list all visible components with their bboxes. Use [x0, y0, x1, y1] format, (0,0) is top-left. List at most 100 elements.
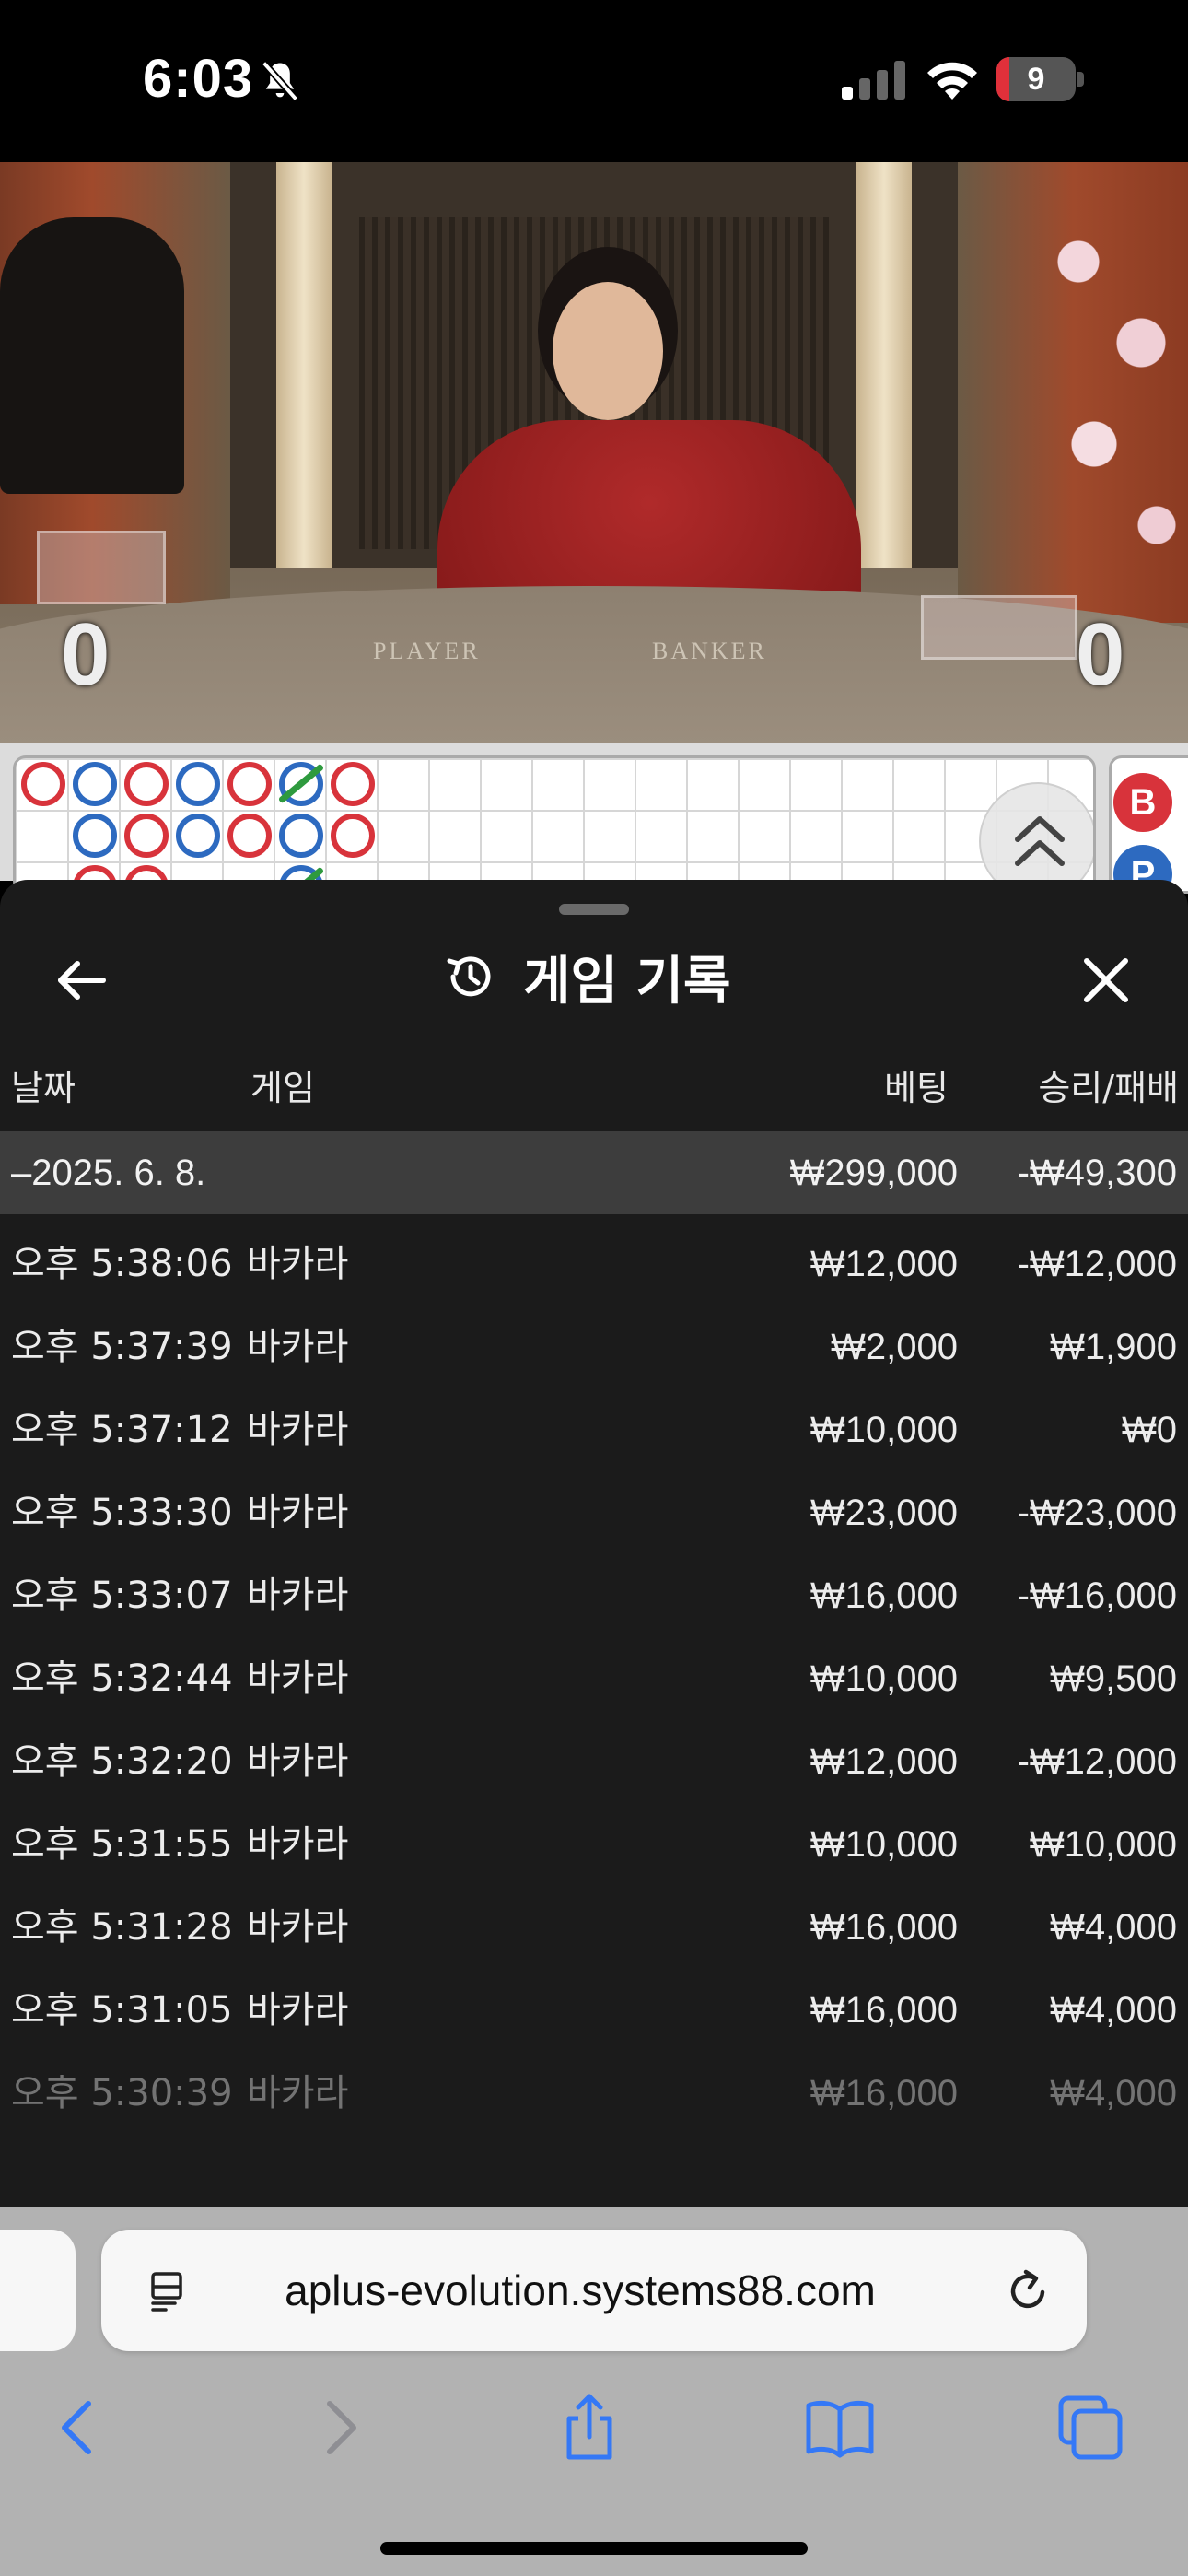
battery-icon: 9 [996, 57, 1085, 101]
row-time: 오후 5:31:55 [11, 1823, 233, 1866]
column-header-date[interactable]: 날짜 [11, 1060, 76, 1110]
history-row[interactable]: 오후 5:37:39 바카라 ₩2,000 ₩1,900 [0, 1306, 1188, 1388]
row-bet: ₩10,000 [809, 1658, 958, 1699]
video-card-shoe-left [37, 531, 166, 604]
video-croupier [0, 217, 184, 494]
video-card-shoe-right [921, 595, 1077, 660]
battery-level: 9 [1027, 62, 1045, 97]
history-rows: 오후 5:38:06 바카라 ₩12,000 -₩12,000 오후 5:37:… [0, 1223, 1188, 2135]
wifi-icon [927, 62, 977, 100]
status-time: 6:03 [143, 49, 254, 109]
row-time: 오후 5:31:28 [11, 1906, 233, 1949]
row-game: 바카라 [247, 1575, 349, 1617]
reload-icon[interactable] [1002, 2265, 1054, 2316]
sheet-grabber[interactable] [559, 904, 629, 915]
video-blossom [1031, 181, 1188, 586]
column-header-bet[interactable]: 베팅 [884, 1060, 949, 1110]
row-game: 바카라 [247, 1243, 349, 1285]
close-icon[interactable] [1072, 946, 1140, 1014]
row-bet: ₩16,000 [809, 1907, 958, 1948]
row-game: 바카라 [247, 1492, 349, 1534]
history-row[interactable]: 오후 5:31:28 바카라 ₩16,000 ₩4,000 [0, 1886, 1188, 1969]
bead-roadmap[interactable] [13, 755, 1096, 894]
url-text: aplus-evolution.systems88.com [285, 2266, 876, 2314]
row-time: 오후 5:31:05 [11, 1989, 233, 2032]
row-bet: ₩12,000 [809, 1244, 958, 1284]
expand-roadmap-button[interactable] [979, 782, 1093, 891]
roadmap-area: B P [0, 743, 1188, 904]
row-result: -₩12,000 [1017, 1244, 1177, 1284]
row-time: 오후 5:33:30 [11, 1492, 233, 1534]
row-bet: ₩16,000 [809, 2073, 958, 2113]
forward-icon[interactable] [302, 2391, 376, 2465]
share-icon[interactable] [553, 2391, 626, 2465]
table-label-player: PLAYER [373, 638, 481, 664]
side-roadmap: B P [1109, 755, 1188, 904]
sheet-title: 게임 기록 [442, 935, 731, 1018]
bead-banker [227, 814, 272, 858]
status-bar: 6:03 9 [0, 0, 1188, 162]
page-menu-icon[interactable] [147, 2268, 192, 2313]
bead-banker [124, 814, 169, 858]
row-result: -₩12,000 [1017, 1741, 1177, 1782]
history-row[interactable]: 오후 5:33:30 바카라 ₩23,000 -₩23,000 [0, 1471, 1188, 1554]
back-arrow-icon[interactable] [48, 946, 116, 1014]
bead-banker [331, 814, 375, 858]
column-header-game[interactable]: 게임 [250, 1060, 315, 1110]
row-game: 바카라 [247, 1906, 349, 1949]
row-bet: ₩23,000 [809, 1493, 958, 1533]
row-game: 바카라 [247, 1409, 349, 1451]
bead-player [73, 762, 117, 806]
history-row[interactable]: 오후 5:31:55 바카라 ₩10,000 ₩10,000 [0, 1803, 1188, 1886]
history-row[interactable]: 오후 5:31:05 바카라 ₩16,000 ₩4,000 [0, 1969, 1188, 2052]
group-total-result: -₩49,300 [1017, 1153, 1177, 1193]
bead-banker [331, 762, 375, 806]
address-bar[interactable]: aplus-evolution.systems88.com [101, 2230, 1087, 2351]
back-icon[interactable] [42, 2391, 116, 2465]
row-result: ₩4,000 [1050, 1907, 1177, 1948]
live-video[interactable]: PLAYER BANKER 0 0 [0, 162, 1188, 743]
row-result: ₩1,900 [1050, 1327, 1177, 1367]
bead-player [176, 762, 220, 806]
chevron-up-double-icon [1015, 816, 1065, 866]
column-header-result[interactable]: 승리/패배 [1038, 1060, 1179, 1110]
row-time: 오후 5:32:20 [11, 1740, 233, 1783]
home-indicator[interactable] [380, 2542, 808, 2555]
row-time: 오후 5:32:44 [11, 1657, 233, 1700]
history-row[interactable]: 오후 5:38:06 바카라 ₩12,000 -₩12,000 [0, 1223, 1188, 1306]
cellular-signal-icon [842, 61, 905, 100]
history-row[interactable]: 오후 5:32:20 바카라 ₩12,000 -₩12,000 [0, 1720, 1188, 1803]
video-dealer-head [553, 282, 663, 420]
row-time: 오후 5:38:06 [11, 1243, 233, 1285]
bead-banker [21, 762, 65, 806]
date-group-row[interactable]: –2025. 6. 8. ₩299,000 -₩49,300 [0, 1131, 1188, 1214]
player-score: 0 [61, 605, 111, 704]
history-row[interactable]: 오후 5:37:12 바카라 ₩10,000 ₩0 [0, 1388, 1188, 1471]
row-time: 오후 5:37:12 [11, 1409, 233, 1451]
group-total-bet: ₩299,000 [789, 1153, 958, 1193]
row-time: 오후 5:30:39 [11, 2072, 233, 2114]
bead-player [73, 814, 117, 858]
row-result: -₩23,000 [1017, 1493, 1177, 1533]
row-bet: ₩16,000 [809, 1575, 958, 1616]
row-result: ₩4,000 [1050, 1990, 1177, 2031]
history-row[interactable]: 오후 5:30:39 바카라 ₩16,000 ₩4,000 [0, 2052, 1188, 2135]
video-pillar-right [856, 162, 912, 568]
banker-chip[interactable]: B [1113, 773, 1172, 832]
bead-banker [227, 762, 272, 806]
row-bet: ₩10,000 [809, 1410, 958, 1450]
bookmarks-icon[interactable] [803, 2391, 877, 2465]
row-bet: ₩16,000 [809, 1990, 958, 2031]
row-result: -₩16,000 [1017, 1575, 1177, 1616]
history-row[interactable]: 오후 5:33:07 바카라 ₩16,000 -₩16,000 [0, 1554, 1188, 1637]
banker-score: 0 [1076, 605, 1125, 704]
row-result: ₩0 [1122, 1410, 1177, 1450]
history-row[interactable]: 오후 5:32:44 바카라 ₩10,000 ₩9,500 [0, 1637, 1188, 1720]
browser-toolbar: aplus-evolution.systems88.com [0, 2207, 1188, 2576]
tabs-icon[interactable] [1054, 2391, 1127, 2465]
previous-tab-preview[interactable] [0, 2230, 76, 2351]
row-bet: ₩10,000 [809, 1824, 958, 1865]
row-time: 오후 5:33:07 [11, 1575, 233, 1617]
bead-player [176, 814, 220, 858]
row-result: ₩4,000 [1050, 2073, 1177, 2113]
